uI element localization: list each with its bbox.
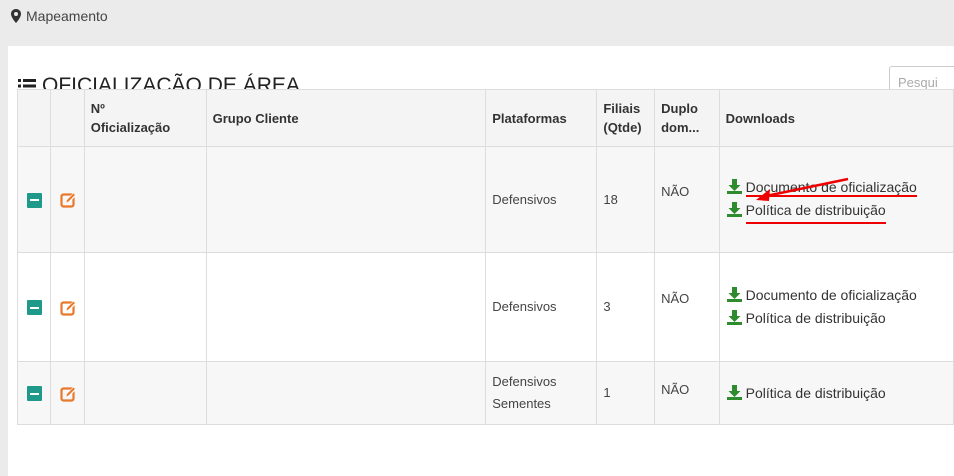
download-icon bbox=[726, 384, 742, 400]
header-expand bbox=[16, 89, 52, 147]
cell-duplo: NÃO bbox=[654, 252, 720, 362]
download-icon bbox=[726, 287, 742, 302]
cell-plataformas: Defensivos bbox=[485, 252, 598, 362]
map-pin-icon bbox=[11, 9, 21, 23]
header-plataformas[interactable]: Plataformas bbox=[485, 89, 598, 147]
collapse-button[interactable] bbox=[26, 386, 42, 402]
cell-grupo bbox=[205, 252, 487, 362]
cell-duplo: NÃO bbox=[654, 146, 720, 253]
breadcrumb-label[interactable]: Mapeamento bbox=[26, 8, 108, 24]
annotation-arrow bbox=[756, 177, 849, 201]
download-link-politica[interactable]: Política de distribuição bbox=[726, 307, 947, 330]
breadcrumb: Mapeamento bbox=[10, 8, 108, 24]
collapse-button[interactable] bbox=[26, 300, 42, 316]
cell-duplo: NÃO bbox=[654, 361, 720, 425]
edit-icon[interactable] bbox=[59, 386, 76, 402]
cell-numero bbox=[83, 252, 207, 362]
edit-icon[interactable] bbox=[59, 300, 76, 316]
cell-plataformas: Defensivos bbox=[485, 146, 598, 253]
cell-downloads: Documento de oficialização Política de d… bbox=[718, 252, 954, 362]
cell-numero bbox=[83, 146, 207, 253]
header-downloads: Downloads bbox=[718, 89, 954, 147]
data-table: Nº Oficialização Grupo Cliente Plataform… bbox=[16, 89, 954, 425]
download-label[interactable]: Política de distribuição bbox=[746, 307, 886, 330]
download-link-politica[interactable]: Política de distribuição bbox=[726, 382, 947, 405]
cell-numero bbox=[83, 361, 207, 425]
cell-grupo bbox=[205, 361, 487, 425]
table-row: Defensivos 3 NÃO Documento de oficializa… bbox=[16, 252, 954, 362]
collapse-button[interactable] bbox=[26, 192, 42, 208]
header-numero[interactable]: Nº Oficialização bbox=[83, 89, 207, 147]
cell-filiais: 3 bbox=[596, 252, 656, 362]
cell-grupo bbox=[205, 146, 487, 253]
header-edit bbox=[50, 89, 85, 147]
header-filiais[interactable]: Filiais (Qtde) bbox=[596, 89, 656, 147]
cell-filiais: 1 bbox=[596, 361, 656, 425]
download-label[interactable]: Política de distribuição bbox=[746, 382, 886, 405]
download-icon bbox=[726, 310, 742, 325]
table-row: Defensivos Sementes 1 NÃO Política de di… bbox=[16, 361, 954, 425]
cell-plataformas: Defensivos Sementes bbox=[485, 361, 598, 425]
cell-filiais: 18 bbox=[596, 146, 656, 253]
edit-icon[interactable] bbox=[59, 192, 76, 208]
cell-downloads: Política de distribuição bbox=[718, 361, 954, 425]
download-link-documento[interactable]: Documento de oficialização bbox=[726, 284, 947, 307]
header-duplo[interactable]: Duplo dom... bbox=[654, 89, 720, 147]
download-label[interactable]: Documento de oficialização bbox=[746, 284, 917, 307]
header-grupo-cliente[interactable]: Grupo Cliente bbox=[205, 89, 487, 147]
